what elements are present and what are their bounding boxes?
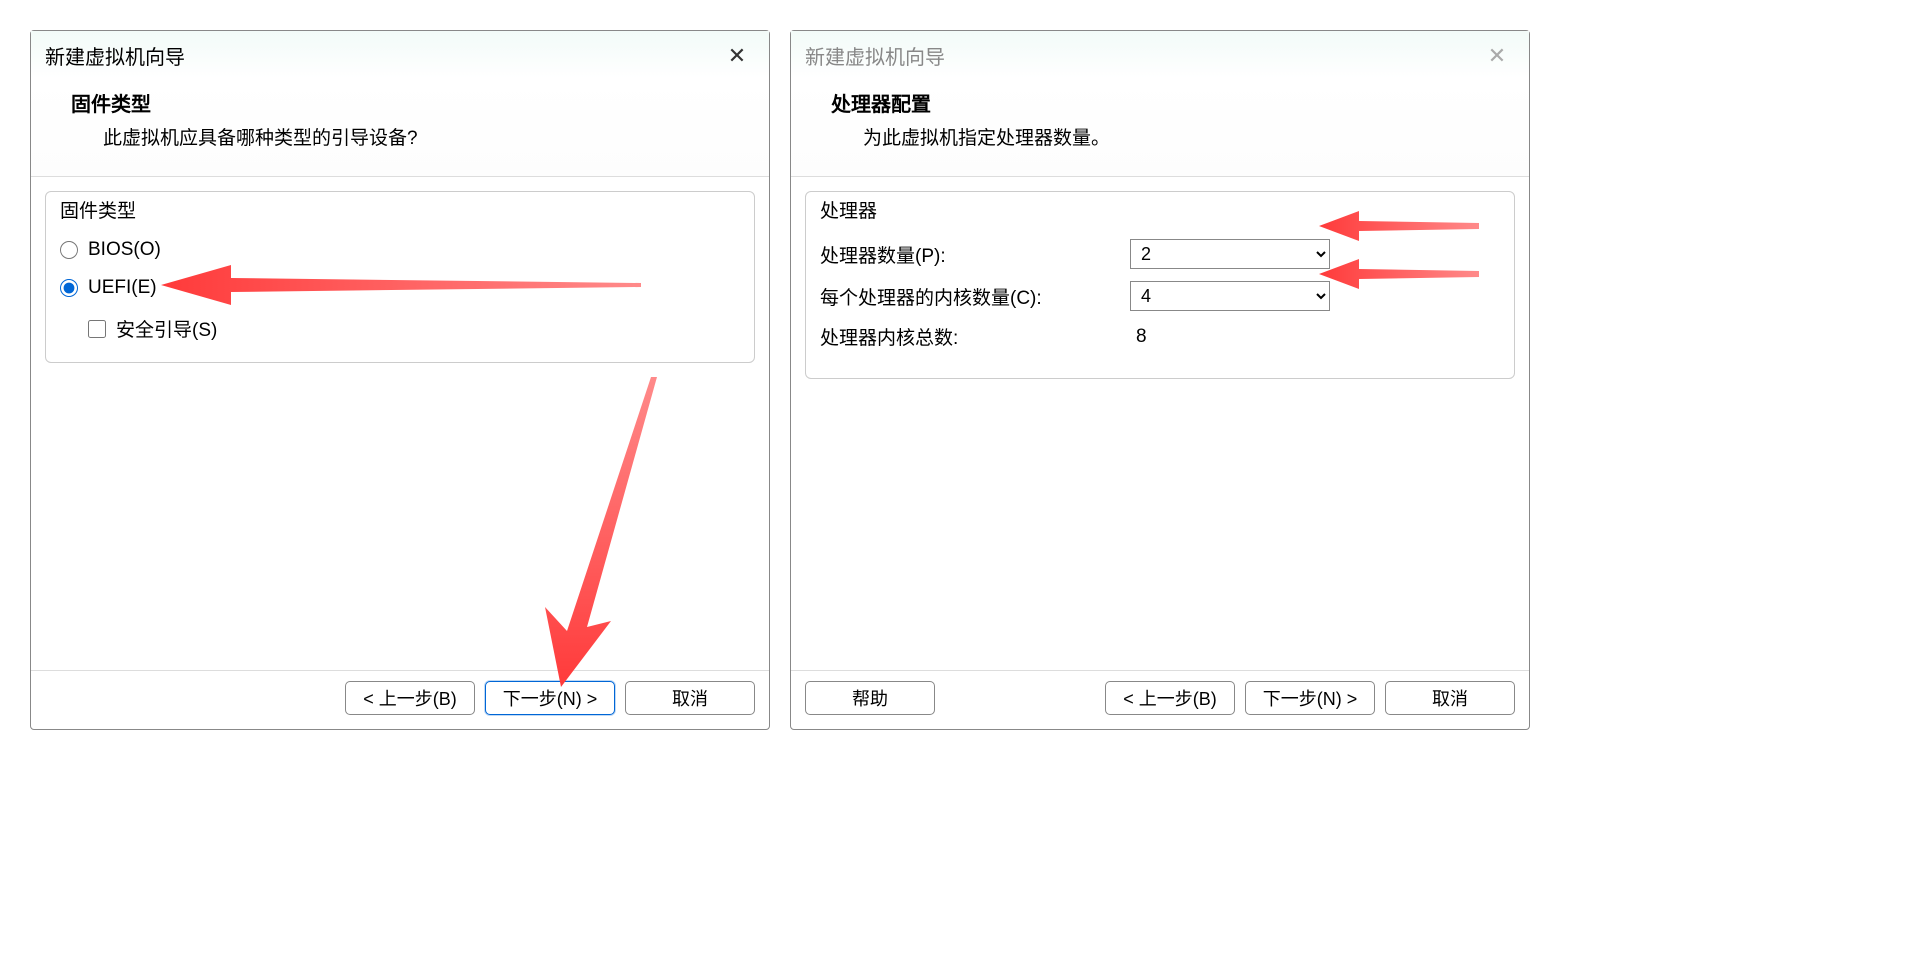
help-button[interactable]: 帮助 (805, 681, 935, 715)
check-row-secure-boot[interactable]: 安全引导(S) (88, 315, 740, 342)
close-button[interactable]: ✕ (1479, 42, 1515, 70)
firmware-groupbox: 固件类型 BIOS(O) UEFI(E) 安全引导(S) (45, 191, 755, 363)
row-total-cores: 处理器内核总数: 8 (820, 323, 1500, 350)
next-button[interactable]: 下一步(N) > (1245, 681, 1375, 715)
radio-row-uefi[interactable]: UEFI(E) (60, 277, 740, 299)
firmware-type-dialog: 新建虚拟机向导 ✕ 固件类型 此虚拟机应具备哪种类型的引导设备? 固件类型 BI… (30, 30, 770, 730)
header-heading: 固件类型 (71, 88, 739, 117)
radio-bios[interactable] (60, 241, 78, 259)
checkbox-secure-boot-label: 安全引导(S) (116, 315, 217, 342)
dialog-footer: 帮助 < 上一步(B) 下一步(N) > 取消 (791, 670, 1529, 729)
header-heading: 处理器配置 (831, 88, 1499, 117)
cancel-button[interactable]: 取消 (625, 681, 755, 715)
titlebar: 新建虚拟机向导 ✕ (791, 31, 1529, 78)
checkbox-secure-boot[interactable] (88, 320, 106, 338)
header-subheading: 此虚拟机应具备哪种类型的引导设备? (103, 123, 739, 150)
back-button[interactable]: < 上一步(B) (345, 681, 475, 715)
dialog-header: 固件类型 此虚拟机应具备哪种类型的引导设备? (31, 78, 769, 177)
processor-config-dialog: 新建虚拟机向导 ✕ 处理器配置 为此虚拟机指定处理器数量。 处理器 处理器数量(… (790, 30, 1530, 730)
close-icon: ✕ (728, 45, 746, 67)
close-button[interactable]: ✕ (719, 42, 755, 70)
dialog-title: 新建虚拟机向导 (805, 41, 945, 70)
radio-bios-label: BIOS(O) (88, 239, 161, 261)
radio-uefi[interactable] (60, 279, 78, 297)
annotation-arrow-next (531, 377, 691, 687)
dialog-body: 处理器 处理器数量(P): 2 每个处理器的内核数量(C): 4 处理器内核总数… (791, 177, 1529, 670)
processor-groupbox: 处理器 处理器数量(P): 2 每个处理器的内核数量(C): 4 处理器内核总数… (805, 191, 1515, 379)
close-icon: ✕ (1488, 45, 1506, 67)
processor-count-label: 处理器数量(P): (820, 241, 1130, 268)
header-subheading: 为此虚拟机指定处理器数量。 (863, 123, 1499, 150)
cores-per-processor-select[interactable]: 4 (1130, 281, 1330, 311)
group-label: 处理器 (816, 190, 877, 231)
next-button[interactable]: 下一步(N) > (485, 681, 615, 715)
titlebar: 新建虚拟机向导 ✕ (31, 31, 769, 78)
dialog-body: 固件类型 BIOS(O) UEFI(E) 安全引导(S) (31, 177, 769, 670)
total-cores-label: 处理器内核总数: (820, 323, 1130, 350)
cores-per-processor-label: 每个处理器的内核数量(C): (820, 283, 1130, 310)
dialog-title: 新建虚拟机向导 (45, 41, 185, 70)
row-cores-per-processor: 每个处理器的内核数量(C): 4 (820, 281, 1500, 311)
cancel-button[interactable]: 取消 (1385, 681, 1515, 715)
total-cores-value: 8 (1130, 326, 1147, 348)
radio-uefi-label: UEFI(E) (88, 277, 157, 299)
row-processor-count: 处理器数量(P): 2 (820, 239, 1500, 269)
radio-row-bios[interactable]: BIOS(O) (60, 239, 740, 261)
dialog-footer: < 上一步(B) 下一步(N) > 取消 (31, 670, 769, 729)
processor-count-select[interactable]: 2 (1130, 239, 1330, 269)
group-label: 固件类型 (56, 190, 136, 231)
dialog-header: 处理器配置 为此虚拟机指定处理器数量。 (791, 78, 1529, 177)
back-button[interactable]: < 上一步(B) (1105, 681, 1235, 715)
